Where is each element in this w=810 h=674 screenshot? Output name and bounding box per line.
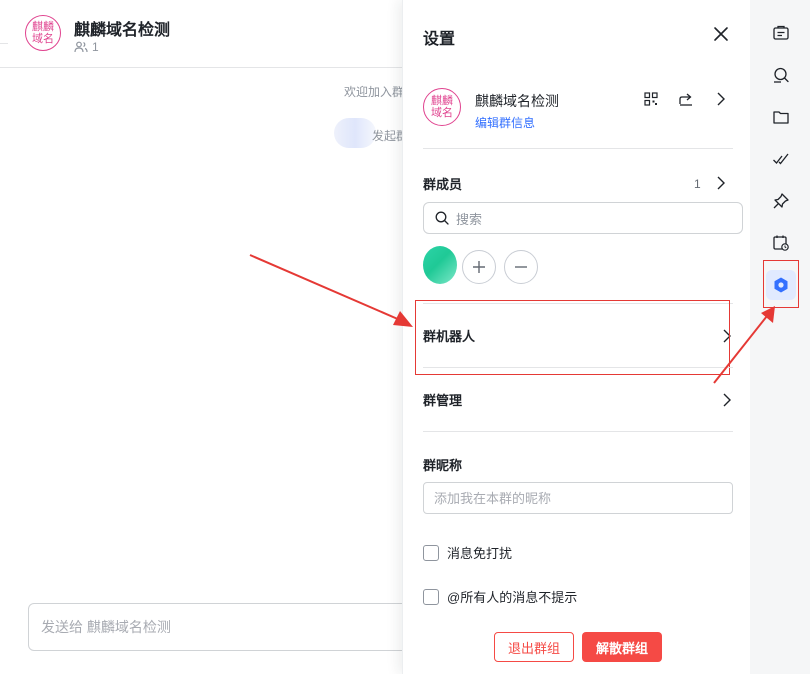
chat-title[interactable]: 麒麟域名检测 — [74, 16, 170, 40]
calendar-icon — [773, 235, 789, 251]
leave-group-button[interactable]: 退出群组 — [494, 632, 574, 662]
settings-icon — [774, 277, 788, 293]
close-button[interactable] — [711, 24, 731, 44]
chat-header: 麒麟域名 麒麟域名检测 1 — [0, 0, 402, 68]
group-manage-label: 群管理 — [423, 393, 463, 408]
chevron-right-icon — [723, 393, 731, 407]
settings-panel: 设置 麒麟域名 麒麟域名检测 编辑群信息 群成员 1 搜索 群机器人 群管理 群… — [402, 0, 750, 674]
divider — [423, 367, 733, 368]
plus-icon — [473, 261, 485, 273]
chevron-right-icon — [723, 329, 731, 343]
add-member-button[interactable] — [462, 250, 496, 284]
search-chat-icon — [774, 67, 789, 83]
qr-code-icon — [644, 92, 658, 106]
search-placeholder: 搜索 — [456, 211, 483, 227]
group-avatar-text: 麒麟域名 — [431, 95, 453, 119]
group-bot-row[interactable]: 群机器人 — [423, 324, 733, 348]
tasks-button[interactable] — [770, 148, 792, 170]
member-avatar[interactable] — [423, 246, 457, 284]
group-info-avatar[interactable]: 麒麟域名 — [423, 88, 461, 126]
pin-icon — [773, 193, 789, 209]
files-button[interactable] — [770, 106, 792, 128]
share-icon — [679, 93, 692, 106]
members-icon — [74, 41, 88, 53]
group-bot-label: 群机器人 — [423, 329, 476, 344]
qr-code-button[interactable] — [641, 89, 661, 109]
chevron-right-icon — [717, 92, 725, 106]
right-toolbar — [750, 0, 810, 674]
chat-area: 麒麟域名 麒麟域名检测 1 欢迎加入群 发起群 — [0, 0, 418, 674]
announcement-button[interactable] — [770, 22, 792, 44]
divider — [423, 431, 733, 432]
mute-label: 消息免打扰 — [447, 546, 513, 561]
folder-icon — [773, 111, 789, 124]
members-label: 群成员 — [423, 177, 463, 192]
group-name: 麒麟域名检测 — [475, 93, 559, 109]
disband-group-button[interactable]: 解散群组 — [582, 632, 662, 662]
close-icon — [714, 27, 728, 41]
settings-button[interactable] — [770, 274, 792, 296]
chevron-right-icon — [717, 176, 725, 190]
group-manage-row[interactable]: 群管理 — [423, 388, 733, 412]
member-count-value: 1 — [92, 40, 99, 54]
mute-checkbox-row[interactable]: 消息免打扰 — [423, 543, 512, 562]
group-info-chevron[interactable] — [711, 89, 731, 109]
member-count[interactable]: 1 — [74, 40, 99, 54]
tasks-icon — [773, 153, 789, 165]
mute-checkbox[interactable] — [423, 544, 439, 561]
search-icon — [435, 211, 449, 225]
system-avatar — [334, 118, 376, 148]
nickname-label: 群昵称 — [423, 458, 463, 473]
announcement-icon — [773, 25, 789, 40]
schedule-button[interactable] — [770, 232, 792, 254]
at-all-label: @所有人的消息不提示 — [447, 590, 578, 605]
welcome-message: 欢迎加入群 — [344, 85, 405, 99]
divider — [423, 148, 733, 149]
search-chat-button[interactable] — [770, 64, 792, 86]
nickname-input[interactable] — [423, 482, 733, 514]
message-input[interactable] — [28, 603, 418, 651]
group-avatar-text: 麒麟域名 — [32, 21, 54, 45]
edit-group-info-link[interactable]: 编辑群信息 — [475, 114, 535, 131]
member-search-input[interactable]: 搜索 — [423, 202, 743, 234]
panel-title: 设置 — [423, 31, 456, 48]
at-all-checkbox[interactable] — [423, 588, 439, 605]
members-chevron[interactable] — [711, 173, 731, 193]
group-avatar[interactable]: 麒麟域名 — [25, 15, 61, 51]
divider — [423, 303, 733, 304]
members-count: 1 — [694, 177, 701, 191]
share-button[interactable] — [676, 89, 696, 109]
minus-icon — [515, 266, 527, 268]
at-all-checkbox-row[interactable]: @所有人的消息不提示 — [423, 587, 577, 606]
remove-member-button[interactable] — [504, 250, 538, 284]
pin-button[interactable] — [770, 190, 792, 212]
